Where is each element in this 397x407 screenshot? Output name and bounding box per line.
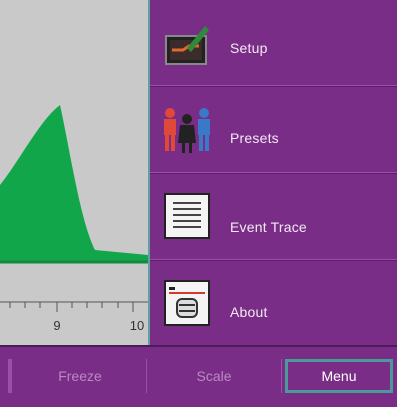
bottom-toolbar: Freeze Scale Menu: [0, 345, 397, 407]
scale-button[interactable]: Scale: [147, 359, 282, 393]
tick-label-10: 10: [130, 318, 144, 333]
setup-label: Setup: [230, 40, 268, 56]
setup-icon: [165, 26, 209, 65]
menu-button[interactable]: Menu: [285, 359, 393, 393]
main-menu: Setup Presets Event Trace About: [150, 0, 397, 345]
event-trace-label: Event Trace: [230, 219, 307, 235]
waveform-curve: [0, 105, 148, 262]
about-icon: [164, 280, 210, 326]
presets-icon: [164, 108, 210, 153]
menu-item-about[interactable]: About: [150, 261, 397, 345]
menu-item-presets[interactable]: Presets: [150, 87, 397, 174]
waveform-plot: 9 10: [0, 0, 150, 345]
event-trace-icon: [164, 193, 210, 239]
menu-item-event-trace[interactable]: Event Trace: [150, 174, 397, 261]
about-label: About: [230, 304, 268, 320]
presets-label: Presets: [230, 130, 279, 146]
menu-item-setup[interactable]: Setup: [150, 0, 397, 87]
freeze-button[interactable]: Freeze: [14, 359, 147, 393]
toolbar-divider: [8, 359, 12, 393]
tick-label-9: 9: [53, 318, 60, 333]
